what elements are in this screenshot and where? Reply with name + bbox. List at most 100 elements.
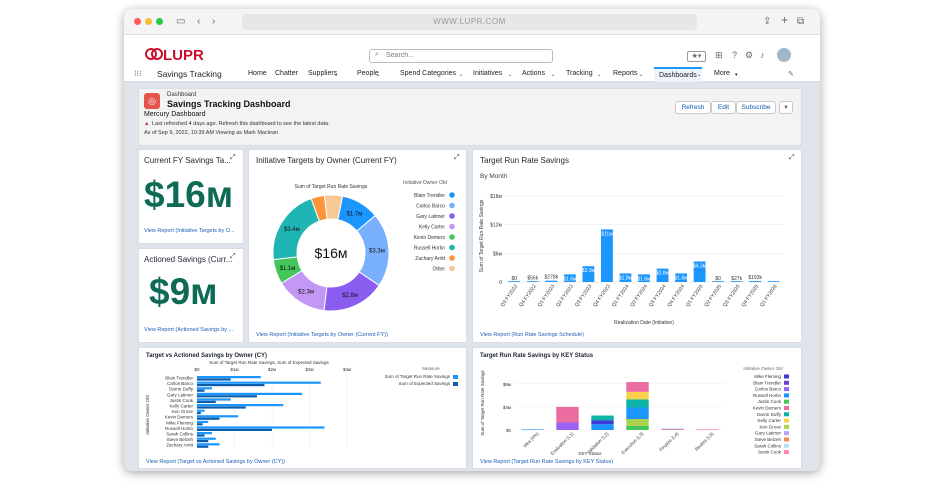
chevron-down-icon[interactable]: ⌄ [639,72,643,78]
bar-label: $278k [545,275,559,281]
key-status-chart: Sum of Target Run Rate Savings $0 $4м $8м Id… [480,366,789,456]
subscribe-button[interactable]: Subscribe [736,101,776,114]
x-tick-label: Q3 FY2025 [722,284,742,309]
chevron-down-icon[interactable]: ⌄ [597,72,601,78]
sidebar-icon[interactable]: ▭ [176,15,185,29]
bar [197,409,205,412]
legend-swatch [784,399,789,404]
y-axis-label: Initiative Owner Old [145,395,150,435]
x-tick-label: $2м [268,367,276,372]
chevron-down-icon[interactable]: ⌄ [459,72,463,78]
legend-swatch [449,213,455,219]
edit-nav-pencil-icon[interactable]: ✎ [788,70,794,78]
bar [197,406,246,409]
stack-segment [626,425,649,430]
legend-swatch [453,382,458,386]
expand-icon[interactable]: ⤢ [230,253,236,261]
y-tick-label: $8м [503,382,511,387]
bar [197,400,216,403]
nav-reports[interactable]: Reports [613,70,638,77]
favorites-icon[interactable]: ★▾ [687,51,706,62]
chevron-down-icon[interactable]: ⌄ [376,72,380,78]
legend-title: Initiative Owner Old [743,366,783,371]
legend-swatch [784,418,789,423]
nav-home[interactable]: Home [248,70,267,77]
help-icon[interactable]: ? [732,50,737,60]
target-vs-actioned-card: Target vs Actioned Savings by Owner (CY)… [138,347,467,469]
chevron-down-icon[interactable]: ⌄ [551,72,555,78]
back-icon[interactable]: ‹ [197,15,200,29]
slice-label: $3.4м [284,227,300,233]
nav-spend-categories[interactable]: Spend Categories [400,70,456,77]
stack-segment [626,391,649,400]
maximize-dot[interactable] [156,18,163,25]
edit-button[interactable]: Edit [711,101,736,114]
bar-label: $4.3м [693,263,707,269]
bar [197,398,231,401]
legend-swatch [449,223,455,230]
close-dot[interactable] [134,18,141,25]
legend-entry: Kevin Demers [414,235,446,241]
y-tick-label: $0 [506,428,512,433]
search-input[interactable]: Search... [369,49,553,63]
bar-label: $1.8м [619,275,633,281]
share-icon[interactable]: ⇪ [763,15,771,29]
category-label: Zachary Arritt [166,443,194,448]
view-report-link[interactable]: View Report (Actioned Savings by ... [144,327,233,333]
legend-swatch [784,437,789,442]
nav-suppliers[interactable]: Suppliers [308,70,337,77]
forward-icon[interactable]: › [212,15,215,29]
tabs-icon[interactable]: ⧉ [797,15,804,29]
logo-icon [145,48,163,60]
bar-label: $2.8м [656,271,670,277]
card-title: Current FY Savings Ta... [144,156,231,165]
legend-entry: Carlos Barco [755,387,782,392]
bar-label: $56k [527,276,538,282]
x-tick-label: Execution (L3) [620,431,644,455]
slice-label: $2.8м [342,293,358,299]
bar [197,443,220,446]
legend-swatch [784,374,789,379]
category-label: Kevin Demers [165,415,194,420]
nav-tracking[interactable]: Tracking [566,70,593,77]
stack-segment [556,422,579,430]
as-of-text: As of Sep 9, 2022, 10:39 AM Viewing as M… [144,130,279,136]
view-report-link[interactable]: View Report (Initiative Targets by O... [144,228,235,234]
nav-initiatives[interactable]: Initiatives [473,70,502,77]
nav-dashboards[interactable]: Dashboards [654,67,702,82]
chart-title: Sum of Target Run Rate Savings [295,184,368,190]
nav-chatter[interactable]: Chatter [275,70,298,77]
expand-icon[interactable]: ⤢ [454,154,460,162]
add-icon[interactable]: ⊞ [715,50,723,61]
x-tick-label: Finalize (L4) [658,431,679,452]
minimize-dot[interactable] [145,18,152,25]
expand-icon[interactable]: ⤢ [789,154,795,162]
view-report-link[interactable]: View Report (Initiative Targets by Owner… [256,332,388,338]
view-report-link[interactable]: View Report (Run Rate Savings Schedule) [480,332,584,338]
nav-actions[interactable]: Actions [522,70,545,77]
view-report-link[interactable]: View Report (Target vs Actioned Savings … [146,459,285,465]
card-title: Initiative Targets by Owner (Current FY) [256,156,397,165]
address-bar[interactable]: WWW.LUPR.COM [242,14,697,30]
nav-more[interactable]: More [714,70,730,77]
legend-entry: Russell Hortin [414,246,445,252]
chart-title: Sum of Target Run Rate Savings, Sum of E… [209,360,329,365]
slice-label: $1.1м [280,266,296,272]
card-title: Actioned Savings (Curr... [144,255,233,264]
legend-entry: Kelly Carter [419,225,445,231]
notifications-bell-icon[interactable]: ♪ [760,50,765,60]
expand-icon[interactable]: ⤢ [230,154,236,162]
more-actions-chevron-icon[interactable]: ▾ [779,101,793,114]
refresh-button[interactable]: Refresh [675,101,711,114]
app-launcher-icon[interactable]: ⁝⁝⁝ [134,69,142,78]
chevron-down-icon[interactable]: ⌄ [508,72,512,78]
chevron-down-icon[interactable]: ⌄ [334,72,338,78]
view-report-link[interactable]: View Report (Target Run Rate Savings by … [480,459,613,465]
chevron-down-icon[interactable]: ▾ [735,72,738,78]
setup-gear-icon[interactable]: ⚙ [745,50,753,61]
x-tick-label: Idea (0%) [522,431,540,449]
new-tab-icon[interactable]: + [781,13,788,27]
chevron-down-icon[interactable]: ⌄ [697,72,701,78]
legend-entry: Other [432,267,445,273]
avatar[interactable] [777,48,791,62]
